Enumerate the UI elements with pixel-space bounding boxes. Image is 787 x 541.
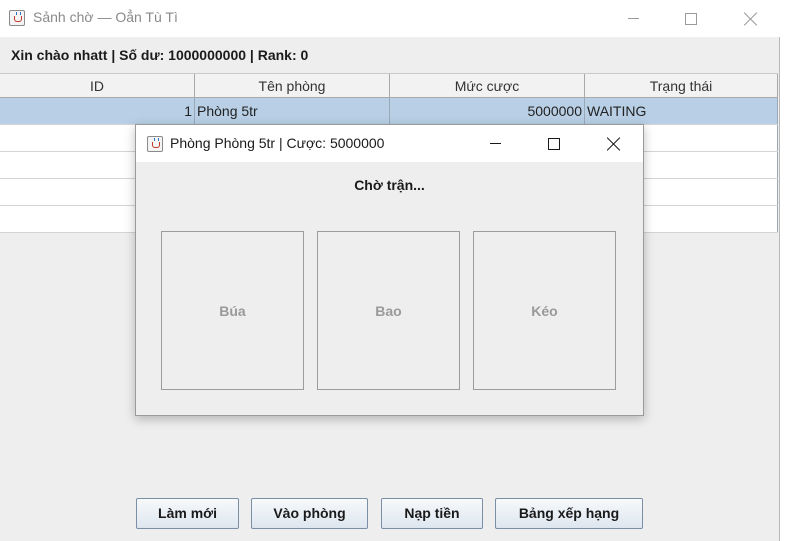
cell-status: WAITING xyxy=(585,98,778,124)
close-button[interactable] xyxy=(728,0,774,37)
scissors-button[interactable]: Kéo xyxy=(473,231,616,390)
deposit-button[interactable]: Nạp tiền xyxy=(381,498,483,529)
column-header-status[interactable]: Trạng thái xyxy=(585,74,778,97)
dialog-minimize-button[interactable] xyxy=(472,125,518,162)
match-status: Chờ trận... xyxy=(354,177,425,193)
close-icon xyxy=(744,12,758,26)
minimize-icon xyxy=(489,143,501,144)
column-header-room-name[interactable]: Tên phòng xyxy=(195,74,390,97)
rock-button[interactable]: Búa xyxy=(161,231,304,390)
maximize-icon xyxy=(548,137,560,150)
minimize-button[interactable] xyxy=(610,0,656,37)
column-header-bet[interactable]: Mức cược xyxy=(390,74,585,97)
table-row[interactable]: 1 Phòng 5tr 5000000 WAITING xyxy=(0,98,778,125)
room-dialog: Phòng Phòng 5tr | Cược: 5000000 Chờ trận… xyxy=(135,124,644,416)
close-icon xyxy=(607,137,621,151)
java-cup-icon xyxy=(147,136,163,152)
dialog-close-button[interactable] xyxy=(591,125,637,162)
table-header: ID Tên phòng Mức cược Trạng thái xyxy=(0,73,778,98)
java-cup-icon xyxy=(9,10,25,26)
cell-room-name: Phòng 5tr xyxy=(195,98,390,124)
cell-bet: 5000000 xyxy=(390,98,585,124)
paper-button[interactable]: Bao xyxy=(317,231,460,390)
minimize-icon xyxy=(627,18,639,19)
window-title: Sảnh chờ — Oẳn Tù Tì xyxy=(33,9,178,25)
maximize-icon xyxy=(685,12,697,25)
refresh-button[interactable]: Làm mới xyxy=(136,498,239,529)
dialog-titlebar[interactable]: Phòng Phòng 5tr | Cược: 5000000 xyxy=(136,125,643,162)
cell-id: 1 xyxy=(0,98,195,124)
lobby-titlebar[interactable]: Sảnh chờ — Oẳn Tù Tì xyxy=(0,0,780,37)
user-status-line: Xin chào nhatt | Số dư: 1000000000 | Ran… xyxy=(11,47,309,63)
column-header-id[interactable]: ID xyxy=(0,74,195,97)
maximize-button[interactable] xyxy=(668,0,714,37)
background-window-edge xyxy=(781,200,787,320)
join-room-button[interactable]: Vào phòng xyxy=(251,498,368,529)
dialog-maximize-button[interactable] xyxy=(531,125,577,162)
dialog-title: Phòng Phòng 5tr | Cược: 5000000 xyxy=(170,135,385,151)
leaderboard-button[interactable]: Bảng xếp hạng xyxy=(495,498,643,529)
